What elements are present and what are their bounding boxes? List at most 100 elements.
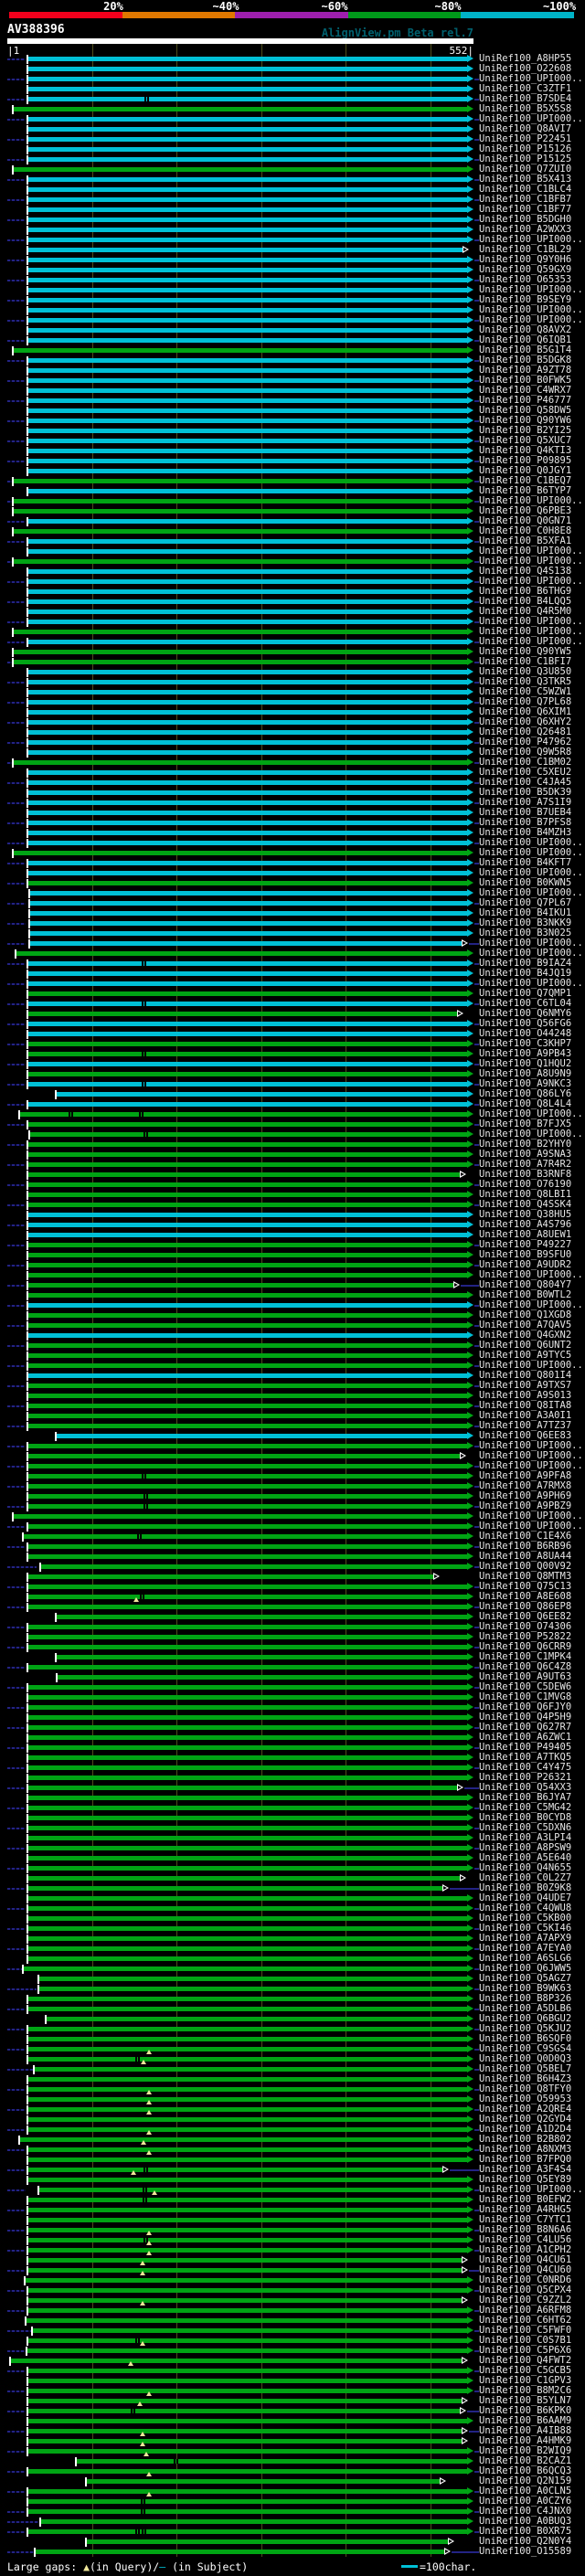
hit-bar[interactable]: [28, 1273, 467, 1277]
hit-bar[interactable]: [28, 1836, 467, 1840]
hit-bar[interactable]: [28, 1595, 467, 1599]
hit-bar[interactable]: [33, 2328, 467, 2333]
hit-bar[interactable]: [27, 2348, 467, 2353]
hit-bar[interactable]: [28, 2379, 467, 2383]
hit-bar[interactable]: [28, 861, 467, 865]
hit-bar[interactable]: [28, 2107, 467, 2112]
hit-bar[interactable]: [28, 1635, 467, 1639]
hit-bar[interactable]: [28, 2097, 467, 2102]
hit-bar[interactable]: [39, 1977, 467, 1981]
hit-bar[interactable]: [58, 1675, 467, 1680]
hit-bar[interactable]: [87, 2539, 448, 2544]
hit-bar[interactable]: [30, 931, 467, 936]
hit-bar[interactable]: [57, 1434, 467, 1438]
hit-bar[interactable]: [30, 891, 467, 896]
hit-bar[interactable]: [28, 2238, 467, 2242]
hit-bar[interactable]: [28, 1293, 467, 1298]
hit-bar[interactable]: [28, 2087, 467, 2092]
hit-bar[interactable]: [47, 2017, 467, 2021]
hit-bar[interactable]: [28, 1172, 460, 1177]
hit-bar[interactable]: [28, 1082, 467, 1087]
hit-bar[interactable]: [28, 1404, 467, 1408]
hit-bar[interactable]: [28, 1745, 467, 1750]
hit-bar[interactable]: [30, 941, 462, 946]
hit-bar[interactable]: [28, 2037, 467, 2041]
hit-bar[interactable]: [39, 1987, 467, 1991]
hit-bar[interactable]: [28, 1484, 467, 1489]
hit-bar[interactable]: [28, 2449, 467, 2454]
hit-bar[interactable]: [57, 1615, 467, 1619]
hit-bar[interactable]: [24, 1966, 467, 1971]
hit-bar[interactable]: [28, 1846, 467, 1850]
hit-bar[interactable]: [28, 67, 467, 71]
hit-bar[interactable]: [28, 2218, 467, 2222]
hit-bar[interactable]: [28, 620, 467, 624]
hit-bar[interactable]: [28, 1424, 467, 1428]
hit-bar[interactable]: [28, 2389, 467, 2393]
hit-bar[interactable]: [28, 2228, 467, 2232]
hit-bar[interactable]: [41, 1564, 467, 1569]
hit-bar[interactable]: [28, 147, 467, 152]
hit-bar[interactable]: [28, 1605, 467, 1609]
hit-bar[interactable]: [26, 2278, 467, 2283]
hit-bar[interactable]: [28, 991, 467, 996]
hit-bar[interactable]: [28, 549, 467, 554]
hit-bar[interactable]: [28, 238, 467, 242]
hit-bar[interactable]: [28, 1253, 467, 1257]
hit-bar[interactable]: [16, 951, 467, 956]
hit-bar[interactable]: [28, 117, 467, 122]
hit-bar[interactable]: [28, 790, 467, 795]
hit-bar[interactable]: [28, 2409, 460, 2413]
hit-bar[interactable]: [28, 821, 467, 825]
hit-bar[interactable]: [28, 1765, 467, 1770]
hit-bar[interactable]: [28, 2489, 467, 2494]
hit-bar[interactable]: [28, 278, 467, 282]
hit-bar[interactable]: [28, 1755, 467, 1760]
hit-bar[interactable]: [28, 398, 467, 403]
hit-bar[interactable]: [28, 881, 467, 885]
hit-bar[interactable]: [28, 1283, 453, 1288]
hit-bar[interactable]: [28, 1936, 467, 1941]
hit-label[interactable]: UniRef100_O15589: [479, 2547, 571, 2557]
hit-bar[interactable]: [28, 599, 467, 604]
hit-bar[interactable]: [28, 469, 467, 473]
hit-bar[interactable]: [28, 1886, 442, 1891]
hit-bar[interactable]: [14, 479, 467, 483]
hit-bar[interactable]: [28, 740, 467, 745]
hit-bar[interactable]: [28, 1645, 467, 1649]
hit-bar[interactable]: [28, 1916, 467, 1921]
hit-bar[interactable]: [28, 77, 467, 81]
hit-bar[interactable]: [28, 1444, 467, 1448]
hit-bar[interactable]: [28, 690, 467, 694]
hit-bar[interactable]: [28, 700, 467, 705]
hit-bar[interactable]: [28, 1303, 467, 1308]
hit-bar[interactable]: [28, 841, 467, 845]
hit-bar[interactable]: [28, 228, 467, 232]
hit-bar[interactable]: [28, 2027, 467, 2031]
hit-bar[interactable]: [28, 1796, 467, 1800]
hit-bar[interactable]: [28, 217, 467, 222]
hit-bar[interactable]: [28, 1705, 467, 1710]
hit-bar[interactable]: [28, 981, 467, 986]
hit-bar[interactable]: [28, 187, 467, 192]
hit-bar[interactable]: [14, 559, 467, 564]
hit-bar[interactable]: [36, 2549, 444, 2554]
hit-bar[interactable]: [28, 137, 467, 142]
hit-bar[interactable]: [28, 2198, 467, 2202]
hit-bar[interactable]: [28, 2168, 442, 2172]
hit-bar[interactable]: [28, 750, 467, 755]
hit-bar[interactable]: [28, 127, 467, 132]
hit-bar[interactable]: [14, 509, 467, 514]
hit-bar[interactable]: [28, 1152, 467, 1157]
hit-bar[interactable]: [24, 1534, 467, 1539]
hit-bar[interactable]: [28, 1776, 467, 1780]
hit-bar[interactable]: [28, 2077, 467, 2082]
hit-bar[interactable]: [28, 1414, 467, 1418]
hit-bar[interactable]: [14, 851, 467, 855]
hit-bar[interactable]: [28, 811, 467, 815]
hit-bar[interactable]: [28, 378, 467, 383]
hit-bar[interactable]: [28, 1725, 467, 1730]
hit-bar[interactable]: [28, 2469, 467, 2474]
hit-bar[interactable]: [28, 831, 467, 835]
hit-bar[interactable]: [28, 1816, 467, 1820]
